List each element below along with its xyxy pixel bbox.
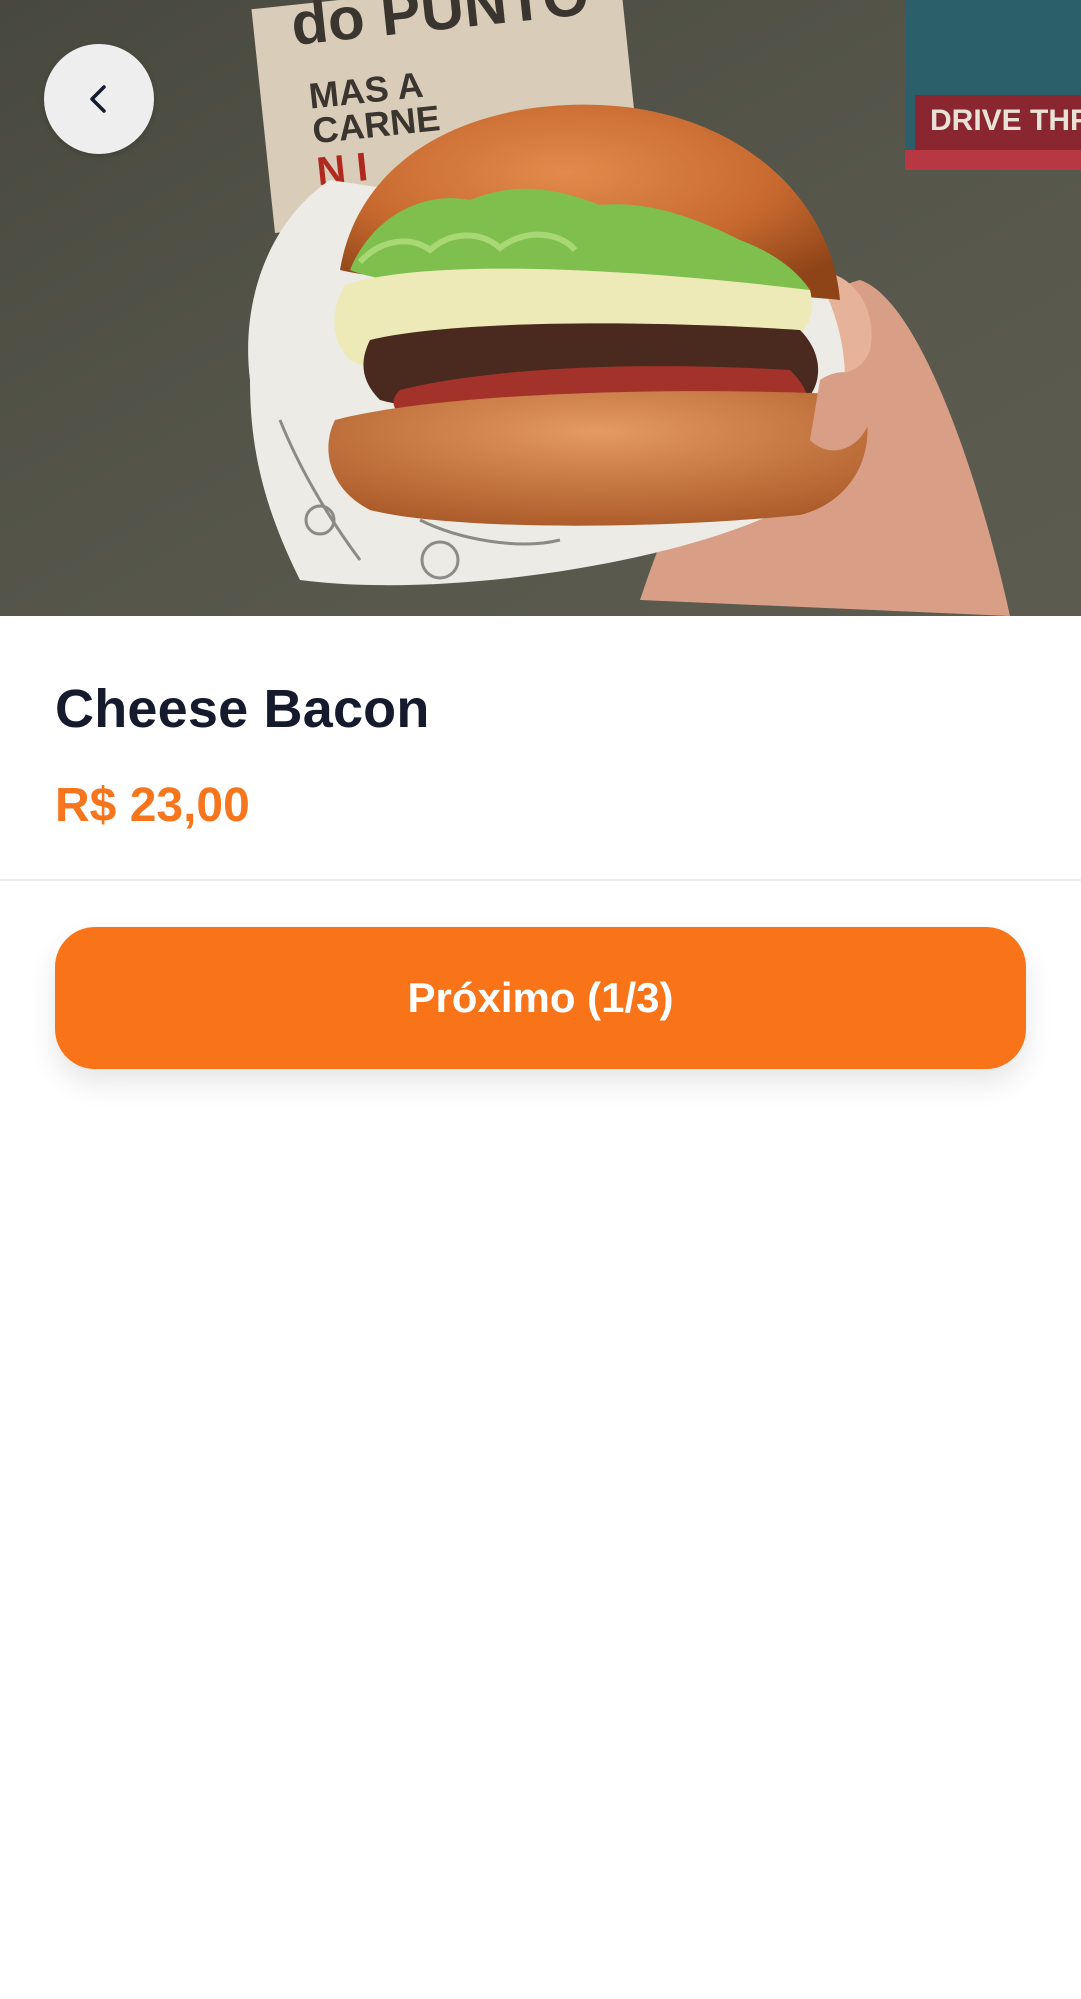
product-photo: do PUNTO MAS A CARNE N I DRIVE THR bbox=[0, 0, 1081, 616]
product-detail-screen: do PUNTO MAS A CARNE N I DRIVE THR Chees… bbox=[0, 0, 1081, 1999]
back-button[interactable] bbox=[44, 44, 154, 154]
next-button[interactable]: Próximo (1/3) bbox=[55, 927, 1026, 1069]
product-price: R$ 23,00 bbox=[55, 779, 250, 832]
product-info: Cheese Bacon R$ 23,00 bbox=[0, 616, 1081, 881]
chevron-left-icon bbox=[79, 79, 119, 119]
svg-text:DRIVE THR: DRIVE THR bbox=[930, 104, 1081, 137]
product-name: Cheese Bacon bbox=[55, 679, 430, 739]
